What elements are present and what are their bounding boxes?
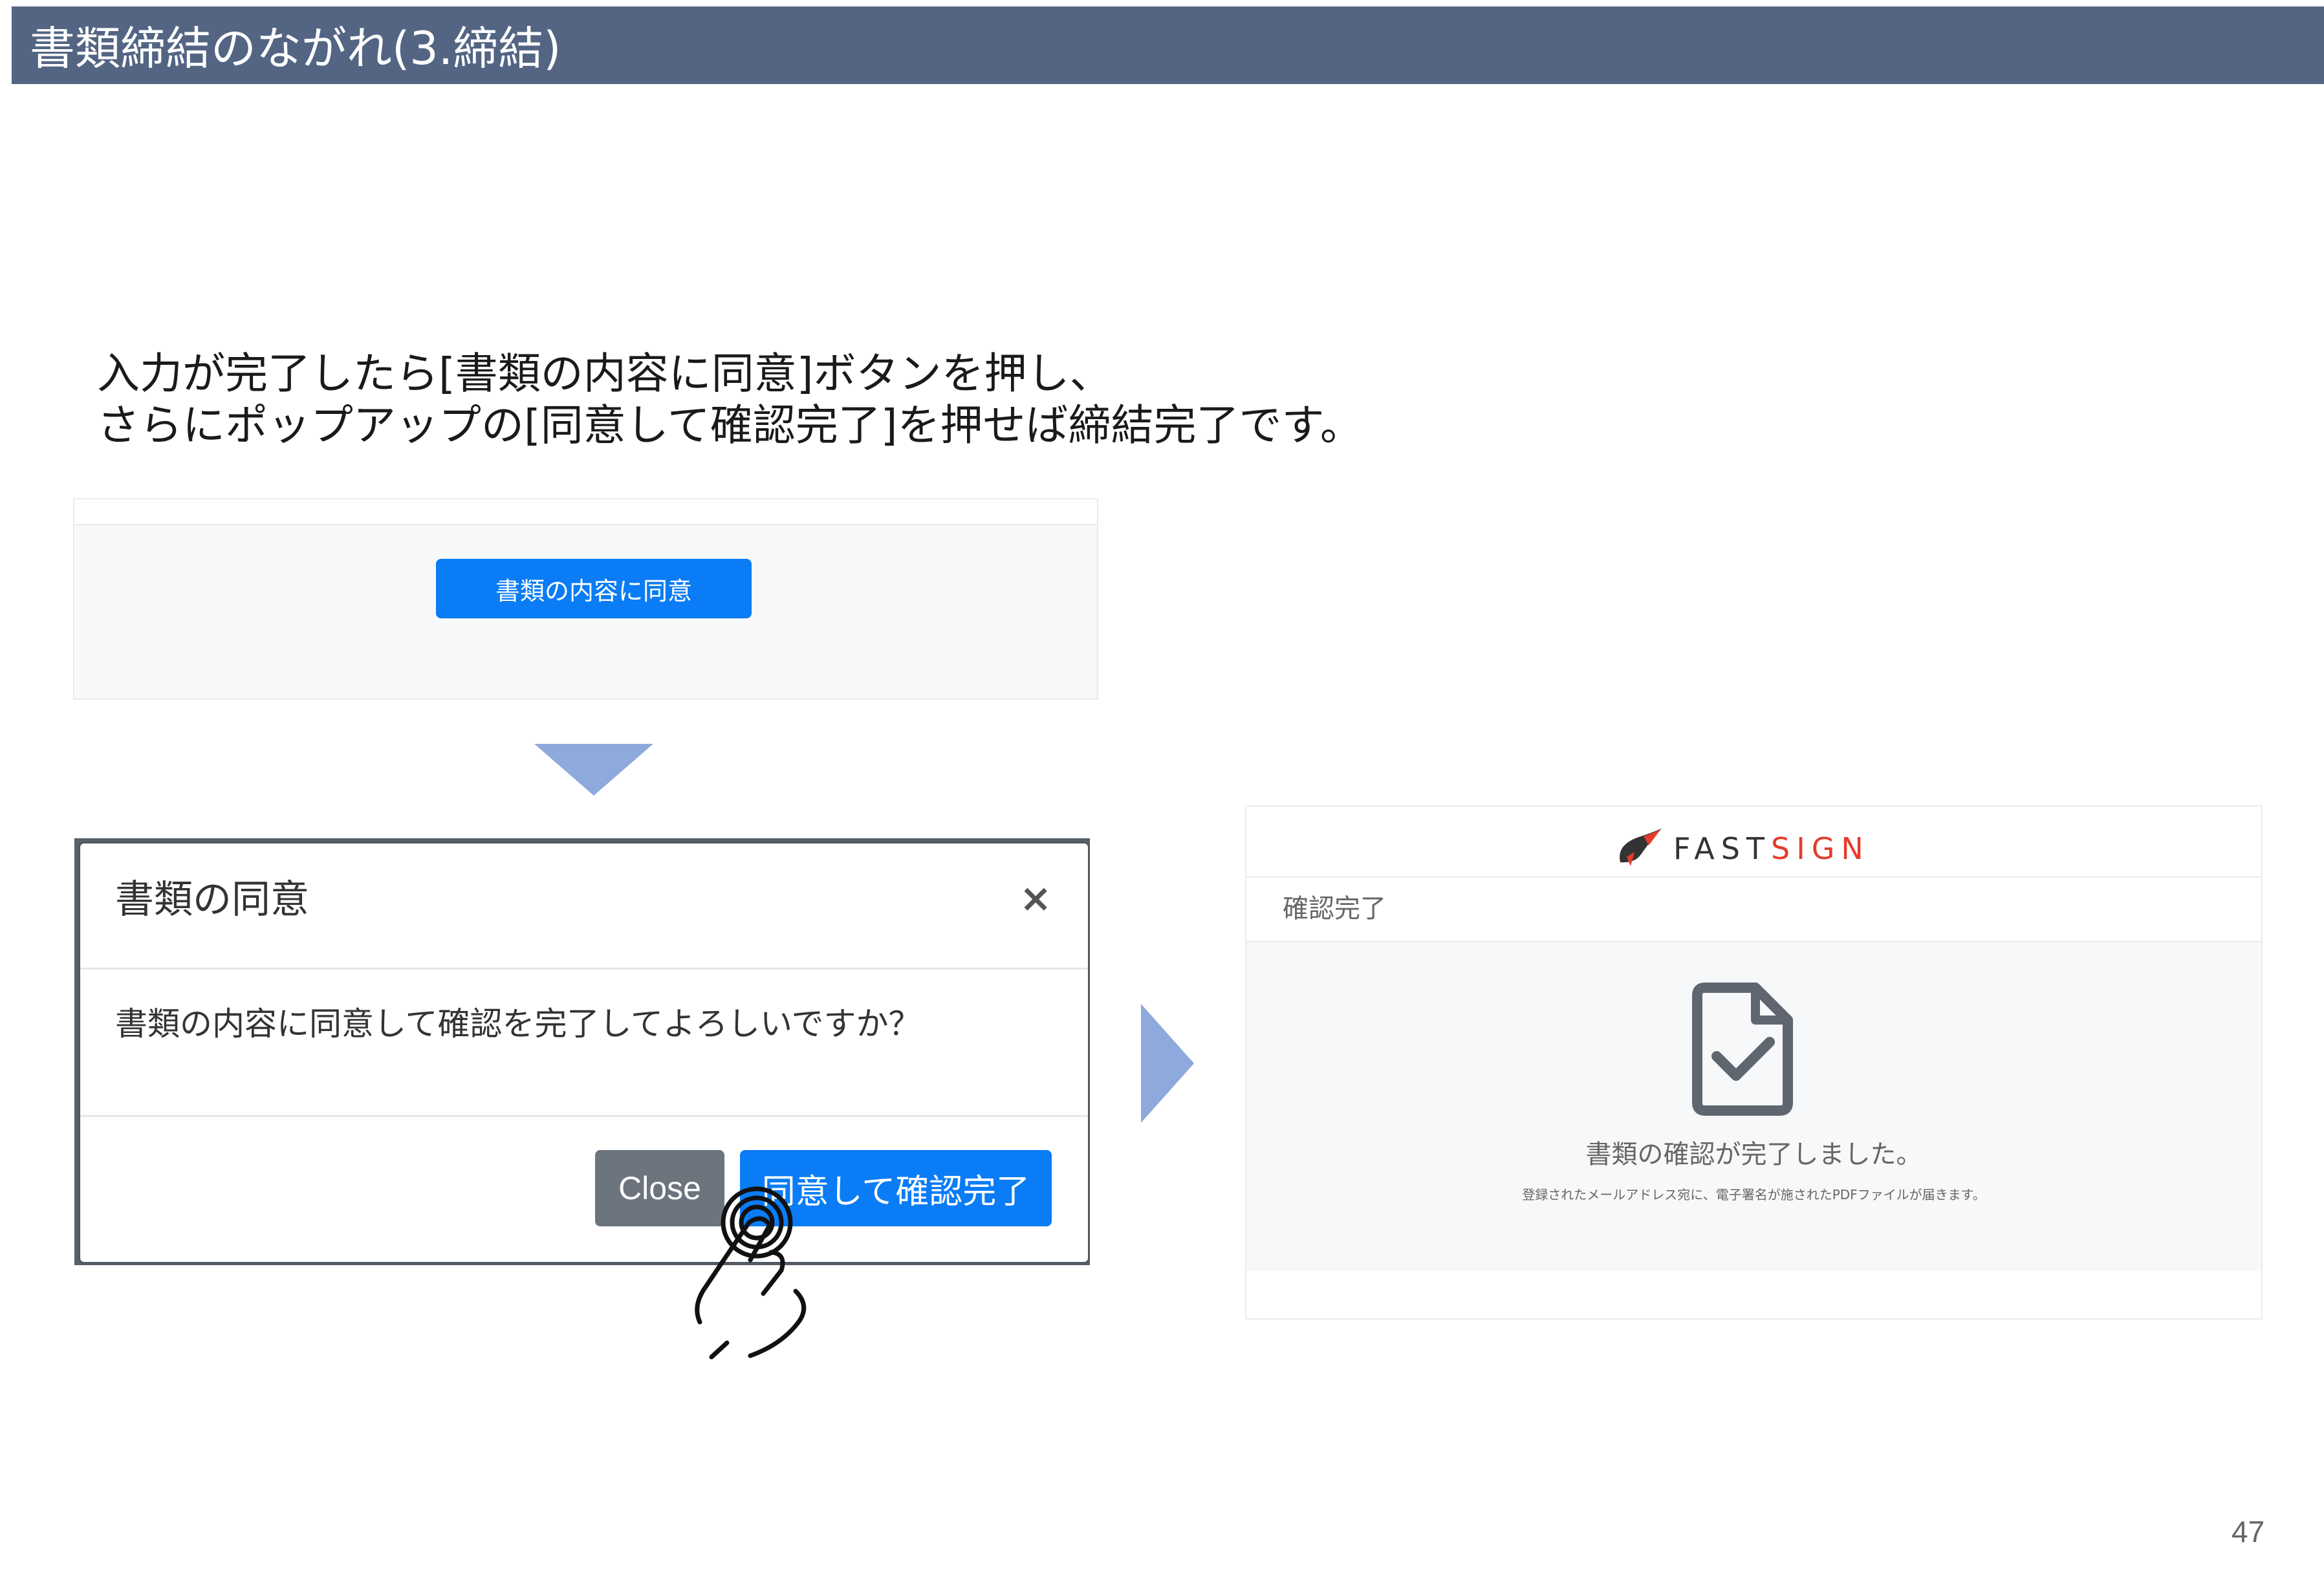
close-icon[interactable]: × [1019,876,1052,921]
page-number: 47 [2232,1515,2265,1548]
agreement-modal: 書類の同意 × 書類の内容に同意して確認を完了してよろしいですか？ Close … [80,843,1088,1262]
modal-divider [80,968,1088,970]
agree-to-contents-button[interactable]: 書類の内容に同意 [436,559,752,618]
down-arrow-icon [534,744,653,796]
agree-panel: 書類の内容に同意 [73,498,1098,700]
document-check-icon [1692,983,1793,1116]
page-title: 書類締結のながれ(3.締結) [30,22,561,75]
header-bar: 書類締結のながれ(3.締結) [12,6,2324,84]
confirmation-header: 確認完了 [1283,894,1386,924]
panel-top-strip [74,499,1097,525]
modal-divider [80,1115,1088,1117]
panel-divider [1246,876,2261,878]
completion-message: 書類の確認が完了しました。 [1585,1140,1922,1169]
instruction-line-1: 入力が完了したら[書類の内容に同意]ボタンを押し、 [97,349,1113,398]
brand-sign-text: SIGN [1771,831,1870,866]
completion-body: 書類の確認が完了しました。 登録されたメールアドレス宛に、電子署名が施されたPD… [1246,941,2261,1271]
modal-title: 書類の同意 [115,877,309,922]
instruction-line-2: さらにポップアップの[同意して確認完了]を押せば締結完了です。 [97,400,1363,450]
instructions: 入力が完了したら[書類の内容に同意]ボタンを押し、 さらにポップアップの[同意し… [97,348,1363,451]
brand-name: FASTSIGN [1673,831,1870,866]
completion-panel: FASTSIGN 確認完了 書類の確認が完了しました。 登録されたメールアドレス… [1245,805,2263,1320]
brand-fast-text: FAST [1673,831,1772,866]
brand-logo: FASTSIGN [1615,826,1870,871]
fastsign-logo-icon [1620,829,1662,866]
completion-submessage: 登録されたメールアドレス宛に、電子署名が施されたPDFファイルが届きます。 [1522,1187,1986,1202]
modal-message: 書類の内容に同意して確認を完了してよろしいですか？ [115,1005,921,1043]
hand-tap-icon [695,1186,807,1360]
right-arrow-icon [1141,1004,1194,1123]
